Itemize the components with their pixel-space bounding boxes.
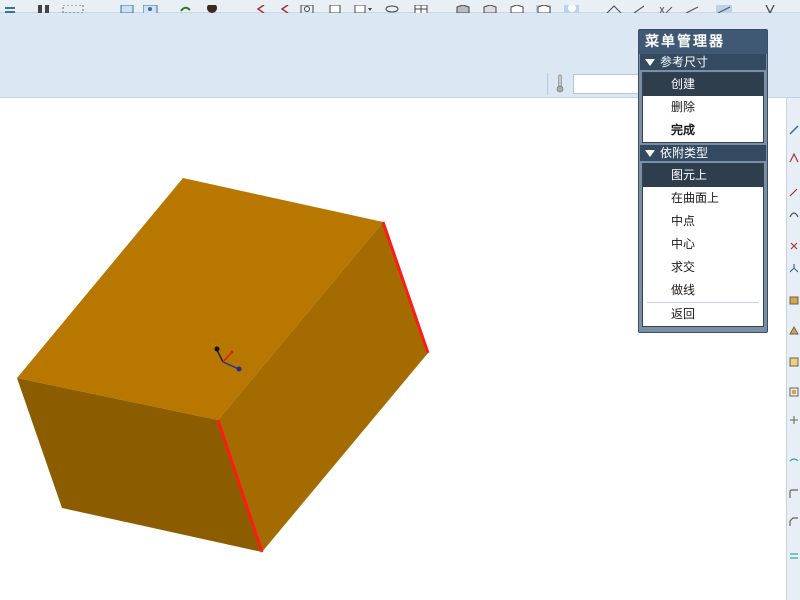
- shade-icon[interactable]: [509, 0, 525, 14]
- spin-icon[interactable]: [178, 0, 194, 12]
- reference-dimension-list: 创建 删除 完成: [642, 72, 764, 143]
- menu-item-on-surface[interactable]: 在曲面上: [643, 187, 763, 210]
- datum-icon[interactable]: [632, 0, 648, 14]
- info-icon[interactable]: [142, 0, 159, 15]
- draft-icon[interactable]: [789, 450, 799, 462]
- dropdown-icon[interactable]: [354, 0, 376, 14]
- extrude-icon[interactable]: [789, 290, 799, 305]
- rib-icon[interactable]: [789, 410, 799, 424]
- help-icon[interactable]: [762, 0, 778, 15]
- menu-item-create[interactable]: 创建: [643, 73, 763, 96]
- sphere-icon[interactable]: [204, 0, 220, 13]
- menu-item-done[interactable]: 完成: [643, 119, 763, 142]
- section-label: 依附类型: [660, 146, 709, 160]
- thermometer-icon[interactable]: [556, 74, 564, 94]
- datum-icon[interactable]: [716, 0, 732, 15]
- ribbon-separator: [547, 73, 548, 95]
- pattern-icon[interactable]: [789, 546, 799, 559]
- datum-icon[interactable]: [606, 0, 622, 14]
- shade-icon[interactable]: [536, 0, 552, 15]
- menu-manager: 菜单管理器 参考尺寸 创建 删除 完成 依附类型 图元上 在曲面上 中点 中心 …: [638, 29, 768, 333]
- copy-icon[interactable]: [328, 0, 344, 14]
- menu-item-center[interactable]: 中心: [643, 233, 763, 256]
- zoom-box-icon[interactable]: [300, 0, 316, 15]
- datum-icon[interactable]: [684, 0, 700, 14]
- menu-item-on-entity[interactable]: 图元上: [643, 164, 763, 187]
- grid-icon[interactable]: [414, 0, 430, 15]
- shade-icon[interactable]: [455, 0, 471, 14]
- shade-icon[interactable]: [482, 0, 498, 14]
- coordinate-icon[interactable]: [789, 258, 799, 273]
- pause-icon[interactable]: [36, 0, 52, 14]
- view-icon[interactable]: [120, 0, 136, 14]
- section-reference-dimension[interactable]: 参考尺寸: [640, 54, 766, 70]
- ribbon-input-field[interactable]: [573, 74, 643, 94]
- datum-plane-icon[interactable]: [789, 120, 799, 135]
- arrow-icon[interactable]: [254, 0, 270, 14]
- box-select-icon[interactable]: [62, 0, 84, 14]
- section-attachment-type[interactable]: 依附类型: [640, 145, 766, 161]
- triangle-down-icon: [645, 150, 655, 157]
- top-toolbar: [0, 0, 800, 15]
- repaint-icon[interactable]: [384, 0, 400, 13]
- menu-item-intersect[interactable]: 求交: [643, 256, 763, 279]
- chamfer-icon[interactable]: [789, 512, 799, 526]
- sketch-icon[interactable]: [789, 182, 799, 197]
- revolve-icon[interactable]: [789, 320, 799, 335]
- menu-icon[interactable]: [4, 0, 20, 13]
- shade-icon[interactable]: [564, 0, 580, 15]
- menu-item-midpoint[interactable]: 中点: [643, 210, 763, 233]
- curve-icon[interactable]: [789, 204, 799, 218]
- shell-icon[interactable]: [789, 382, 799, 397]
- triangle-down-icon: [645, 59, 655, 66]
- datum-icon[interactable]: [658, 0, 674, 14]
- menu-item-delete[interactable]: 删除: [643, 96, 763, 119]
- datum-axis-icon[interactable]: [789, 148, 799, 163]
- menu-item-make-line[interactable]: 做线: [643, 279, 763, 302]
- right-toolbar: [786, 98, 800, 600]
- menu-manager-title: 菜单管理器: [639, 30, 767, 54]
- attachment-type-list: 图元上 在曲面上 中点 中心 求交 做线 返回: [642, 163, 764, 327]
- section-label: 参考尺寸: [660, 55, 709, 69]
- menu-item-back[interactable]: 返回: [643, 303, 763, 326]
- hole-icon[interactable]: [789, 352, 799, 367]
- point-icon[interactable]: [789, 236, 799, 250]
- arrow-icon[interactable]: [278, 0, 294, 14]
- round-icon[interactable]: [789, 484, 799, 498]
